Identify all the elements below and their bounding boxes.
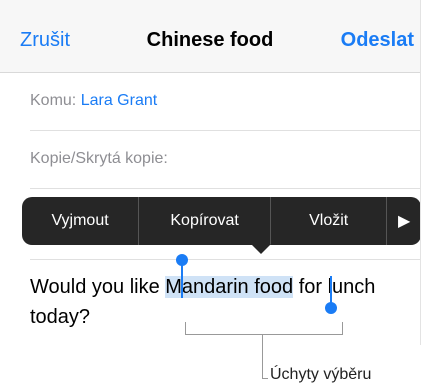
right-triangle-icon: ▶: [397, 213, 411, 230]
paste-menu-item[interactable]: Vložit: [271, 197, 388, 245]
to-field[interactable]: Komu: Lara Grant: [30, 72, 420, 131]
navigation-bar: Zrušit Chinese food Odeslat: [0, 0, 420, 73]
recipient-token[interactable]: Lara Grant: [81, 92, 157, 109]
selected-text[interactable]: Mandarin food: [165, 276, 294, 298]
message-text-before: Would you like: [30, 276, 166, 298]
edit-menu-pointer: [251, 244, 271, 254]
send-button[interactable]: Odeslat: [341, 29, 414, 52]
message-body[interactable]: Would you like Mandarin food for lunch t…: [30, 272, 410, 332]
mail-compose-screen: Zrušit Chinese food Odeslat Komu: Lara G…: [0, 0, 421, 345]
callout-bracket-line: [185, 334, 343, 335]
edit-menu: Vyjmout Kopírovat Vložit ▶: [22, 197, 420, 245]
callout-leader-foot: [262, 378, 268, 379]
callout-left-tick: [185, 322, 186, 334]
to-field-label: Komu: Lara Grant: [30, 92, 157, 110]
copy-menu-item[interactable]: Kopírovat: [139, 197, 272, 245]
callout-right-tick: [342, 322, 343, 334]
selection-start-handle-line[interactable]: [181, 262, 183, 298]
selection-end-handle-dot[interactable]: [325, 302, 337, 314]
callout-leader-line: [262, 334, 263, 378]
cc-bcc-label: Kopie/Skrytá kopie:: [30, 150, 168, 167]
to-label: Komu:: [30, 92, 77, 109]
more-options-button[interactable]: ▶: [387, 197, 420, 245]
selection-handles-caption: Úchyty výběru: [270, 366, 372, 383]
body-divider: [30, 259, 420, 260]
cc-bcc-field[interactable]: Kopie/Skrytá kopie:: [30, 130, 420, 189]
cut-menu-item[interactable]: Vyjmout: [22, 197, 140, 245]
